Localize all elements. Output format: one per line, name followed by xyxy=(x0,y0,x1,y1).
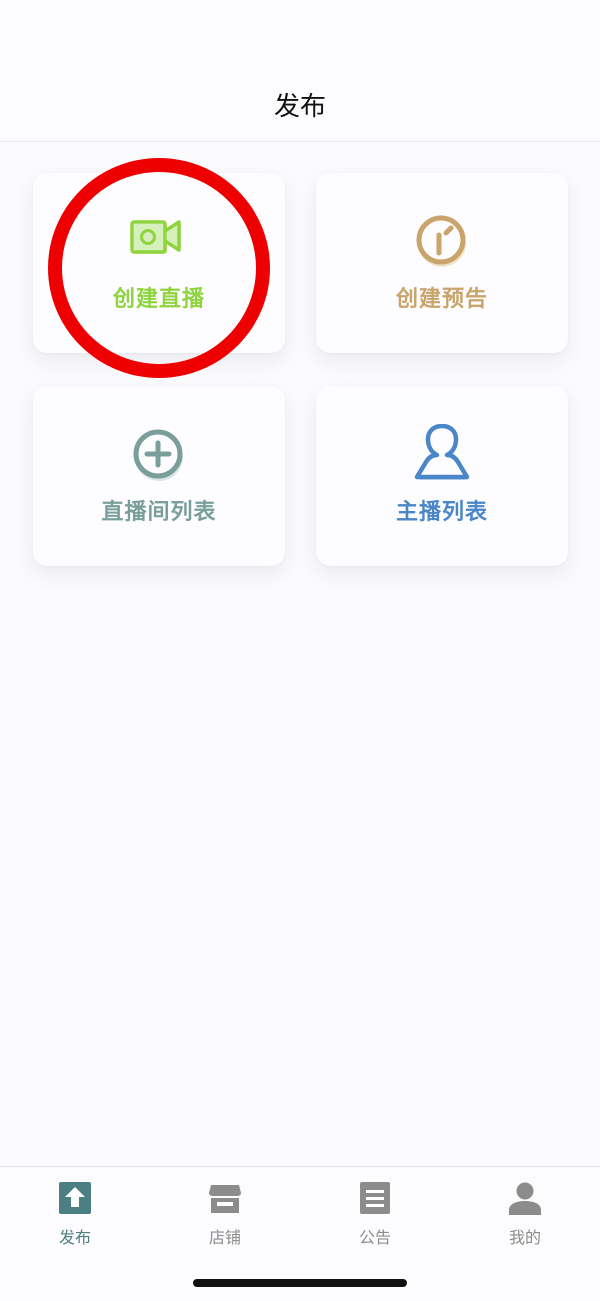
document-icon xyxy=(360,1182,390,1214)
tab-mine-label: 我的 xyxy=(508,1228,541,1247)
tab-store[interactable]: 店铺 xyxy=(150,1167,300,1257)
tab-mine[interactable]: 我的 xyxy=(450,1167,600,1257)
create-preview-label: 创建预告 xyxy=(395,287,488,312)
tab-notice[interactable]: 公告 xyxy=(300,1167,450,1257)
live-room-list-card[interactable]: 直播间列表 xyxy=(33,386,285,566)
person-icon xyxy=(509,1182,541,1215)
anchor-list-label: 主播列表 xyxy=(395,500,488,525)
upload-icon xyxy=(59,1182,91,1214)
create-live-label: 创建直播 xyxy=(112,287,205,312)
top-nav-bar: 发布 xyxy=(0,0,600,142)
create-preview-card[interactable]: 创建预告 xyxy=(316,173,568,353)
page-title: 发布 xyxy=(273,92,326,122)
tab-store-label: 店铺 xyxy=(208,1228,241,1247)
clock-icon xyxy=(416,215,466,267)
store-icon xyxy=(209,1185,241,1213)
tab-publish[interactable]: 发布 xyxy=(0,1167,150,1257)
tab-notice-label: 公告 xyxy=(358,1228,391,1247)
video-camera-icon xyxy=(130,220,181,254)
anchor-list-card[interactable]: 主播列表 xyxy=(316,386,568,566)
tab-publish-label: 发布 xyxy=(58,1228,91,1247)
home-indicator xyxy=(193,1279,407,1287)
plus-circle-icon xyxy=(133,429,183,481)
user-icon xyxy=(414,424,470,480)
live-room-list-label: 直播间列表 xyxy=(101,500,217,525)
create-live-card[interactable]: 创建直播 xyxy=(33,173,285,353)
